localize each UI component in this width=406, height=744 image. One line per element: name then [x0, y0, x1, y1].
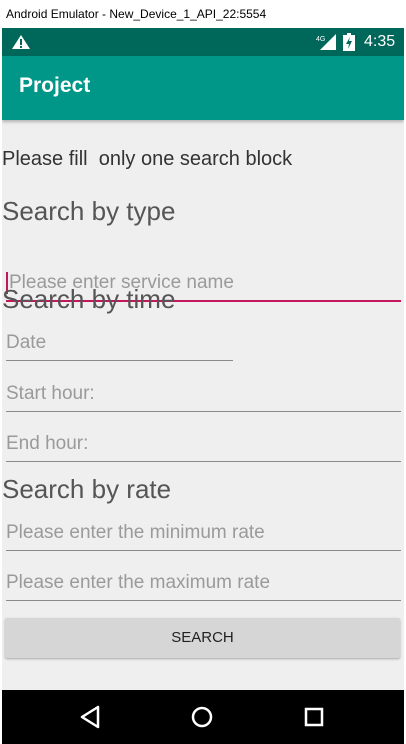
back-button[interactable]: [60, 690, 120, 744]
home-button[interactable]: [172, 690, 232, 744]
window-title: Android Emulator - New_Device_1_API_22:5…: [6, 7, 267, 21]
date-field[interactable]: [6, 328, 233, 361]
type-section-heading: Search by type: [2, 196, 176, 226]
warning-icon: [12, 35, 30, 49]
end-hour-field[interactable]: [6, 429, 401, 462]
min-rate-field[interactable]: [6, 518, 401, 551]
date-input[interactable]: [6, 328, 233, 358]
window-titlebar: Android Emulator - New_Device_1_API_22:5…: [0, 0, 406, 28]
battery-icon: [343, 33, 355, 51]
device-screen: 4G 4:35 Project Please fill only one sea…: [2, 28, 404, 744]
search-form: Please fill only one search block Search…: [2, 120, 404, 686]
search-button[interactable]: SEARCH: [5, 618, 400, 658]
app-bar: Project: [2, 56, 404, 120]
max-rate-field[interactable]: [6, 568, 401, 601]
back-icon: [80, 705, 100, 729]
signal-icon: 4G: [316, 34, 336, 50]
app-title: Project: [19, 74, 91, 97]
status-clock: 4:35: [364, 33, 396, 50]
time-section-heading: Search by time: [2, 284, 176, 314]
recents-button[interactable]: [284, 690, 344, 744]
status-bar: 4G 4:35: [2, 28, 404, 56]
navigation-bar: [2, 690, 404, 744]
instruction-text: Please fill only one search block: [2, 148, 293, 170]
home-icon: [191, 706, 213, 728]
start-hour-input[interactable]: [6, 379, 401, 409]
end-hour-input[interactable]: [6, 429, 401, 459]
min-rate-input[interactable]: [6, 518, 401, 548]
network-type: 4G: [316, 36, 325, 43]
rate-section-heading: Search by rate: [2, 474, 172, 504]
start-hour-field[interactable]: [6, 379, 401, 412]
max-rate-input[interactable]: [6, 568, 401, 598]
recents-icon: [304, 707, 324, 727]
